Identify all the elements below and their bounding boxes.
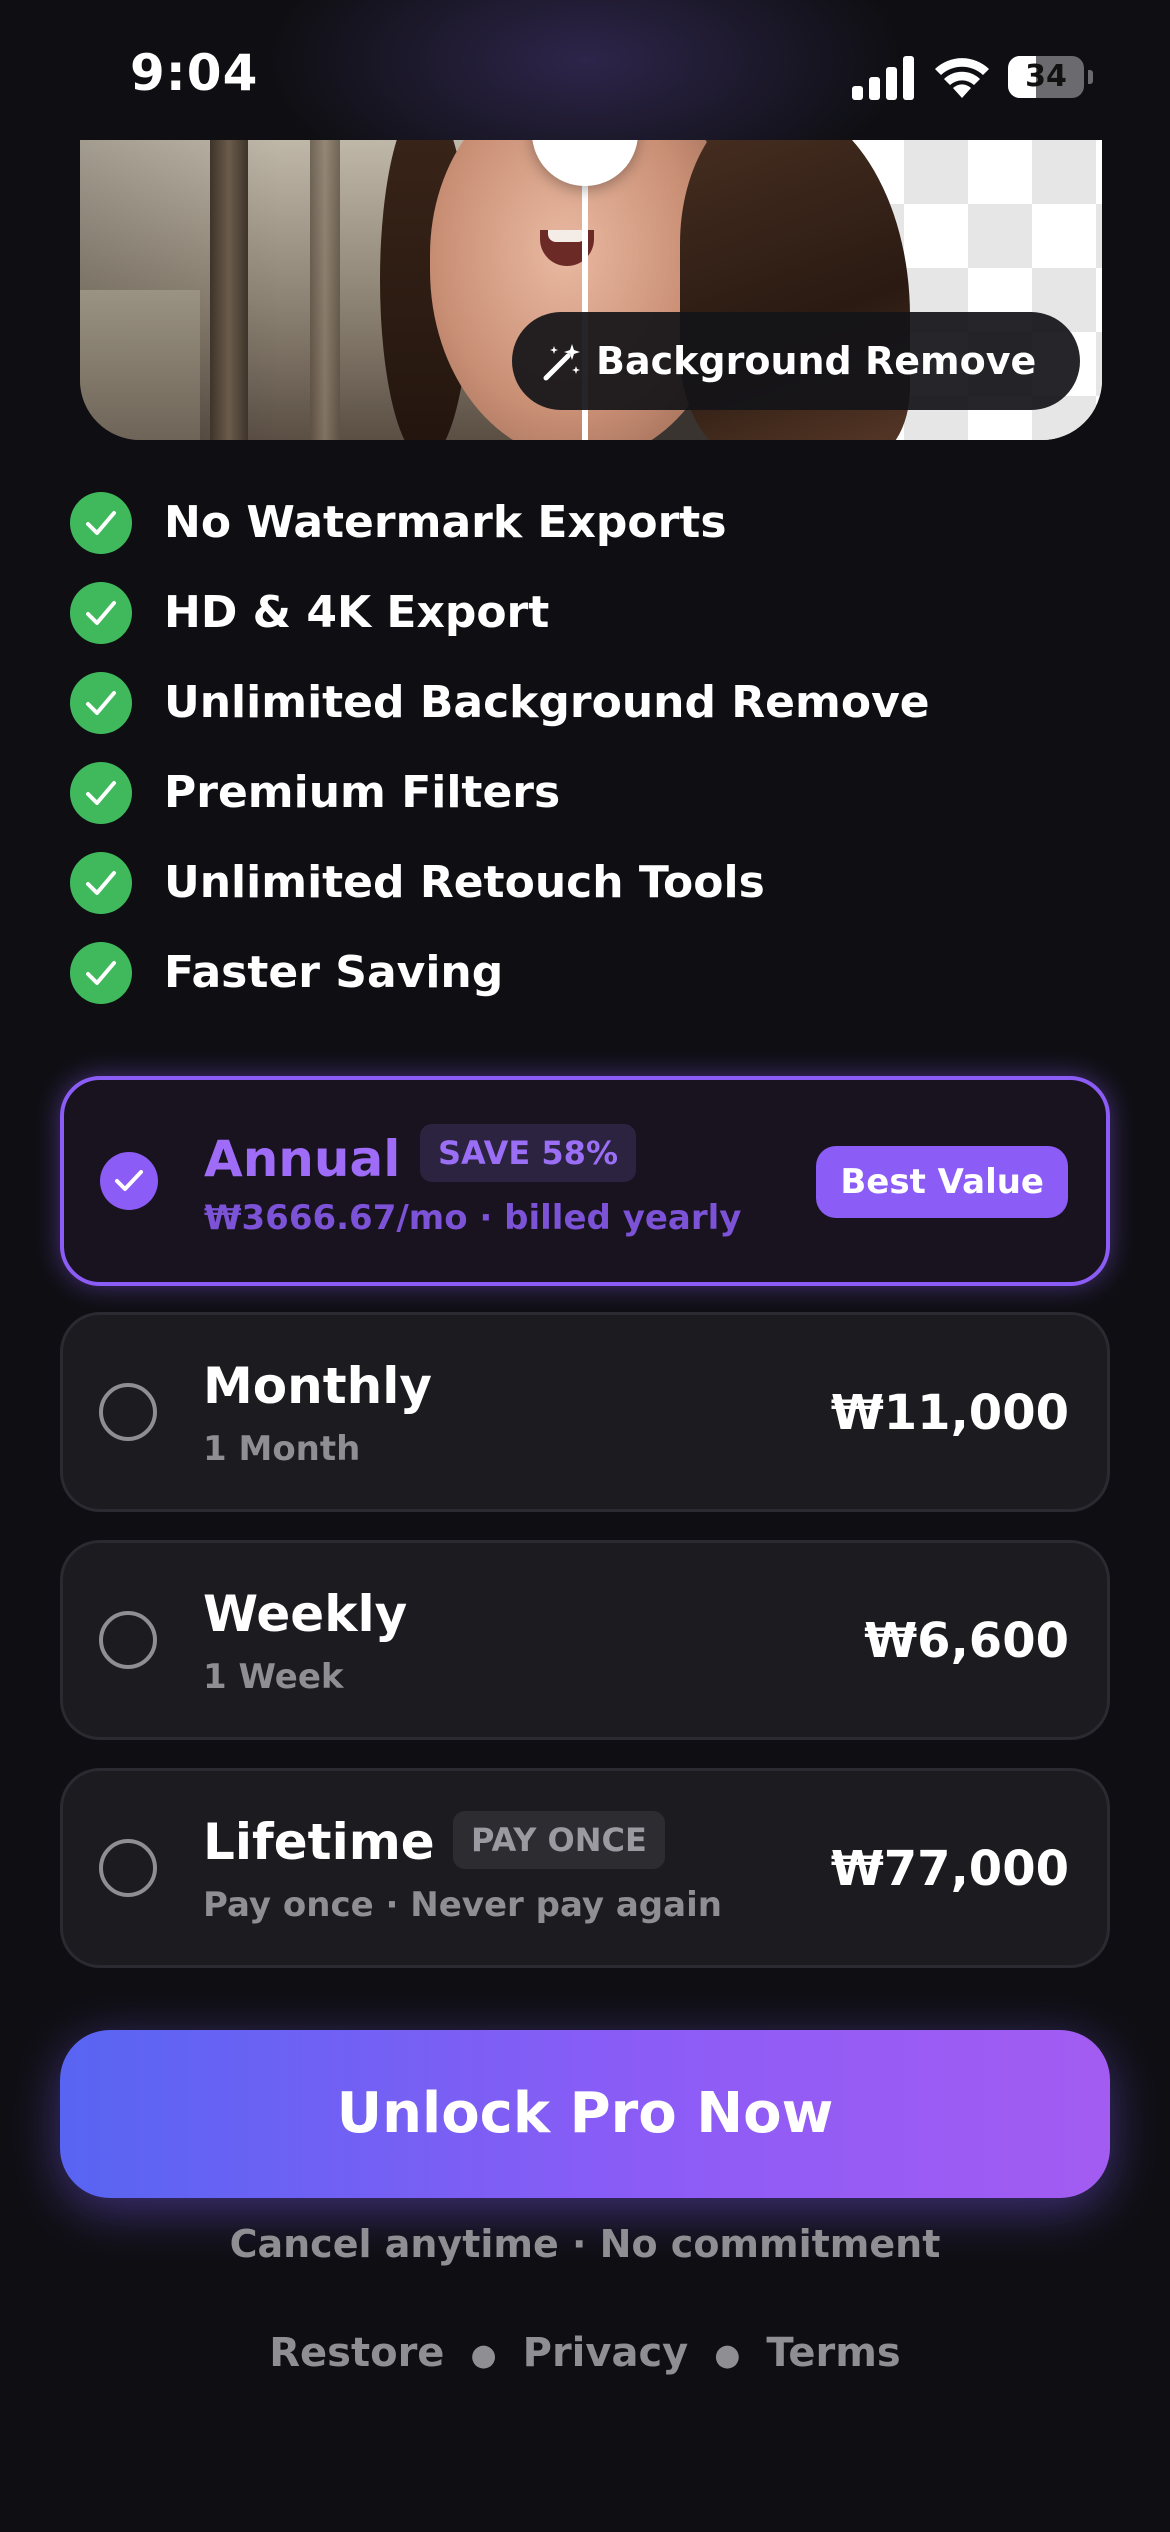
- plan-title: Annual: [204, 1130, 401, 1188]
- radio-button[interactable]: [99, 1611, 157, 1669]
- privacy-link[interactable]: Privacy: [523, 2330, 689, 2376]
- terms-link[interactable]: Terms: [766, 2330, 900, 2376]
- feature-item: Unlimited Retouch Tools: [70, 848, 1110, 938]
- feature-item: Faster Saving: [70, 938, 1110, 1028]
- checkmark-icon: [70, 672, 132, 734]
- plan-option-annual[interactable]: Annual SAVE 58% ₩3666.67/mo · billed yea…: [60, 1076, 1110, 1286]
- checkmark-icon: [70, 762, 132, 824]
- feature-label: Unlimited Background Remove: [164, 677, 930, 728]
- checkmark-icon: [70, 852, 132, 914]
- feature-label: No Watermark Exports: [164, 497, 727, 548]
- plan-price: ₩11,000: [830, 1385, 1069, 1441]
- plan-title: Weekly: [203, 1585, 408, 1643]
- checkmark-icon: [70, 582, 132, 644]
- feature-label: HD & 4K Export: [164, 587, 550, 638]
- plan-price: ₩77,000: [830, 1841, 1069, 1897]
- battery-icon: 34: [1008, 56, 1093, 98]
- status-bar: 9:04 34: [0, 0, 1170, 140]
- plan-title: Monthly: [203, 1357, 432, 1415]
- plan-subtitle: Pay once · Never pay again: [203, 1885, 722, 1925]
- plan-option-lifetime[interactable]: Lifetime PAY ONCE Pay once · Never pay a…: [60, 1768, 1110, 1968]
- plan-price: ₩6,600: [864, 1613, 1069, 1669]
- checkmark-icon: [70, 492, 132, 554]
- plan-subtitle: 1 Month: [203, 1429, 361, 1469]
- plan-title: Lifetime: [203, 1813, 435, 1871]
- save-tag: SAVE 58%: [420, 1124, 636, 1182]
- wifi-icon: [935, 58, 989, 98]
- unlock-pro-button[interactable]: Unlock Pro Now: [60, 2030, 1110, 2198]
- plan-subtitle: ₩3666.67/mo · billed yearly: [204, 1198, 742, 1238]
- background-remove-badge: Background Remove: [512, 312, 1080, 410]
- restore-link[interactable]: Restore: [269, 2330, 444, 2376]
- radio-button[interactable]: [99, 1383, 157, 1441]
- feature-list: No Watermark Exports HD & 4K Export Unli…: [70, 488, 1110, 1028]
- feature-item: No Watermark Exports: [70, 488, 1110, 578]
- magic-wand-icon: [543, 344, 580, 381]
- feature-item: Premium Filters: [70, 758, 1110, 848]
- hero-before-after-image: Background Remove: [80, 140, 1102, 440]
- cellular-signal-icon: [852, 56, 914, 100]
- separator-dot: ●: [470, 2337, 497, 2373]
- pay-once-tag: PAY ONCE: [453, 1811, 665, 1869]
- plan-option-monthly[interactable]: Monthly 1 Month ₩11,000: [60, 1312, 1110, 1512]
- badge-label: Background Remove: [596, 339, 1037, 383]
- battery-level: 34: [1025, 59, 1067, 94]
- best-value-badge: Best Value: [816, 1146, 1068, 1218]
- checkmark-icon: [70, 942, 132, 1004]
- selected-radio-icon[interactable]: [100, 1152, 158, 1210]
- feature-item: HD & 4K Export: [70, 578, 1110, 668]
- status-time: 9:04: [130, 44, 259, 102]
- feature-item: Unlimited Background Remove: [70, 668, 1110, 758]
- feature-label: Premium Filters: [164, 767, 561, 818]
- footer-links: Restore ● Privacy ● Terms: [0, 2330, 1170, 2376]
- separator-dot: ●: [714, 2337, 741, 2373]
- plan-option-weekly[interactable]: Weekly 1 Week ₩6,600: [60, 1540, 1110, 1740]
- cancel-note: Cancel anytime · No commitment: [229, 2222, 941, 2266]
- feature-label: Unlimited Retouch Tools: [164, 857, 765, 908]
- feature-label: Faster Saving: [164, 947, 504, 998]
- radio-button[interactable]: [99, 1839, 157, 1897]
- plan-subtitle: 1 Week: [203, 1657, 344, 1697]
